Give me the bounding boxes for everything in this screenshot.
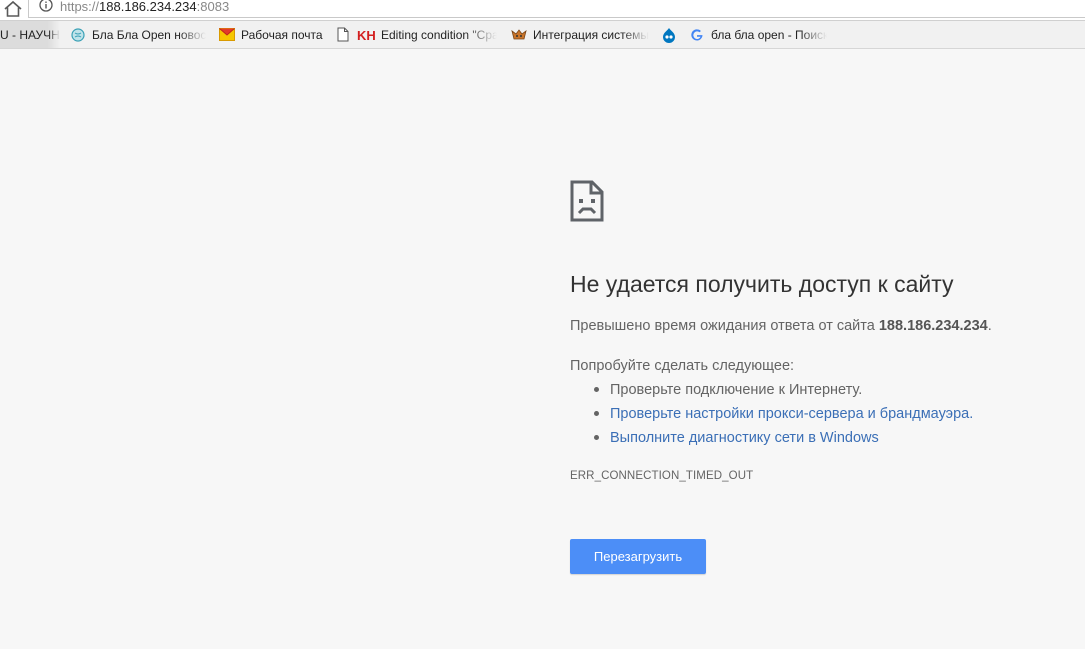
error-description-text: Превышено время ожидания ответа от сайта — [570, 318, 879, 334]
url-scheme: https:// — [60, 0, 100, 14]
bookmark-label: U - НАУЧН — [0, 27, 60, 42]
home-button[interactable] — [2, 0, 24, 19]
suggestions-heading: Попробуйте сделать следующее: — [570, 358, 795, 374]
bullet-icon — [594, 386, 599, 392]
svg-text:KH: KH — [357, 28, 376, 42]
windows-diagnostics-link[interactable]: Выполните диагностику сети в Windows — [610, 430, 879, 446]
suggestion-item: Проверьте настройки прокси-сервера и бра… — [594, 406, 973, 422]
bookmark-item-integration[interactable]: Интеграция системы — [511, 21, 649, 48]
home-icon — [4, 0, 22, 17]
url-field[interactable]: https://188.186.234.234:8083 — [28, 0, 1085, 18]
bookmark-label: Интеграция системы — [533, 27, 649, 42]
suggestion-item: Выполните диагностику сети в Windows — [594, 430, 879, 446]
globe-icon — [70, 27, 86, 43]
drupal-icon — [661, 27, 677, 43]
suggestion-item: Проверьте подключение к Интернету. — [594, 382, 862, 398]
page-icon — [335, 27, 351, 43]
bookmark-item-google-search[interactable]: бла бла open - Поиск — [689, 21, 827, 48]
bullet-icon — [594, 434, 599, 440]
sad-page-icon — [570, 180, 604, 222]
bookmark-item-work-mail[interactable]: Рабочая почта — [219, 21, 325, 48]
url-port: :8083 — [196, 0, 230, 14]
bookmark-item-editing-condition[interactable]: KH Editing condition "Сра — [335, 21, 497, 48]
bookmark-item-bla-news[interactable]: Бла Бла Open новост — [70, 21, 206, 48]
google-icon — [689, 27, 705, 43]
info-icon[interactable] — [39, 0, 53, 12]
fox-icon — [511, 27, 527, 43]
bookmark-item-nauch[interactable]: U - НАУЧН — [0, 21, 60, 48]
error-description-suffix: . — [987, 318, 992, 334]
bookmark-label: бла бла open - Поиск — [711, 27, 827, 42]
address-bar: https://188.186.234.234:8083 — [0, 0, 1085, 21]
bookmarks-bar: U - НАУЧН Бла Бла Open новост Рабочая по… — [0, 21, 1085, 49]
bullet-icon — [594, 410, 599, 416]
bookmark-label: Рабочая почта — [241, 27, 323, 42]
mail-envelope-icon — [219, 27, 235, 43]
proxy-firewall-link[interactable]: Проверьте настройки прокси-сервера и бра… — [610, 406, 973, 422]
url-text: https://188.186.234.234:8083 — [60, 0, 229, 14]
kh-logo-icon: KH — [357, 27, 377, 43]
url-host: 188.186.234.234 — [99, 0, 197, 14]
bookmark-label: Editing condition "Сра — [381, 27, 497, 42]
reload-button[interactable]: Перезагрузить — [570, 539, 706, 574]
page-title: Не удается получить доступ к сайту — [570, 271, 954, 297]
bookmark-label: Бла Бла Open новост — [92, 27, 206, 42]
bookmark-item-drupal[interactable] — [661, 21, 679, 48]
suggestion-text: Проверьте подключение к Интернету. — [610, 382, 863, 398]
error-description: Превышено время ожидания ответа от сайта… — [570, 318, 992, 334]
error-code: ERR_CONNECTION_TIMED_OUT — [570, 470, 754, 482]
error-host: 188.186.234.234 — [878, 318, 988, 334]
